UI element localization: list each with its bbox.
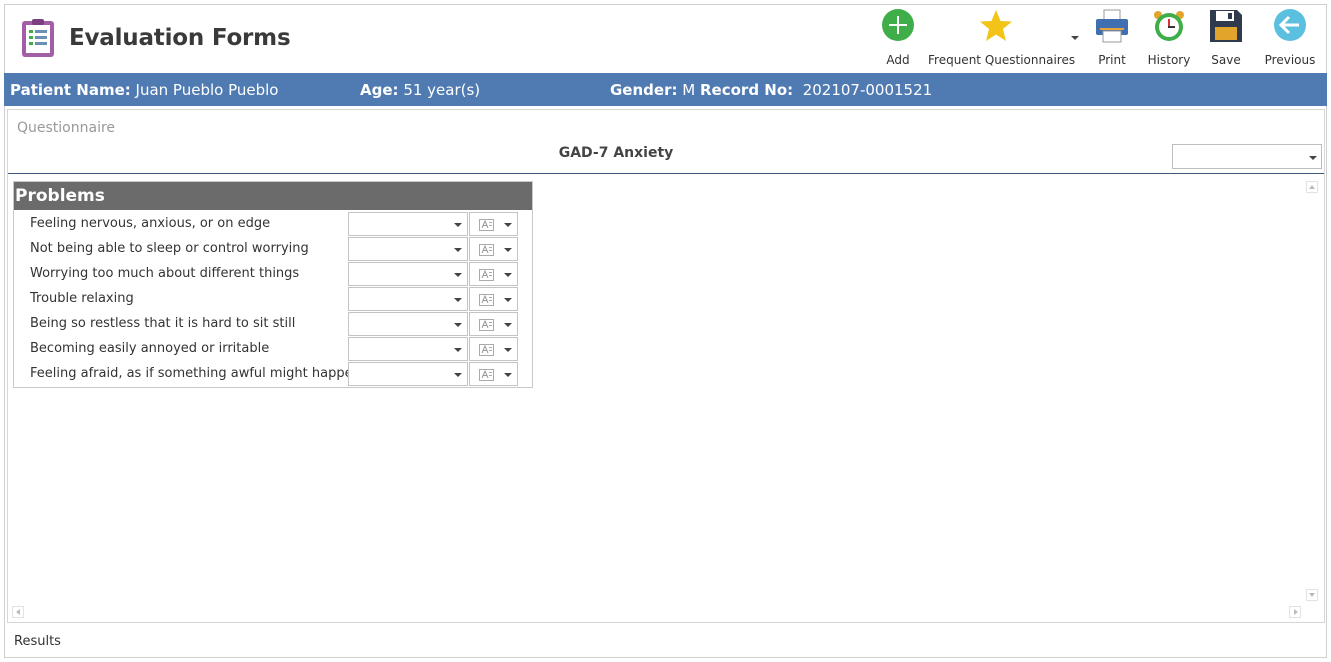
questionnaire-select[interactable] [1172,144,1322,169]
questionnaire-title: GAD-7 Anxiety [558,145,674,161]
previous-label: Previous [1264,53,1316,67]
problem-note-dropdown[interactable] [469,262,518,286]
add-label: Add [886,53,910,67]
problem-text: Worrying too much about different things [30,266,300,281]
history-label: History [1147,53,1191,67]
print-label: Print [1098,53,1126,67]
problem-answer-select[interactable] [348,337,468,361]
save-label: Save [1211,53,1241,67]
chevron-down-icon [454,298,462,302]
text-note-icon [479,344,494,356]
chevron-down-icon [504,323,512,327]
chevron-down-icon [454,273,462,277]
chevron-down-icon [454,348,462,352]
alarm-clock-icon [1154,11,1184,41]
star-icon [980,10,1012,41]
chevron-down-icon [504,348,512,352]
patient-gender-label: Gender: [610,81,678,99]
scroll-right-button[interactable] [1289,606,1301,618]
table-row: Not being able to sleep or control worry… [14,236,532,261]
scroll-left-button[interactable] [12,606,24,618]
problem-text: Not being able to sleep or control worry… [30,241,309,256]
table-row: Being so restless that it is hard to sit… [14,311,532,336]
chevron-down-icon [454,248,462,252]
problems-header: Problems [14,182,532,210]
problem-answer-select[interactable] [348,262,468,286]
printer-icon [1096,9,1128,43]
table-row: Becoming easily annoyed or irritable [14,336,532,361]
patient-gender-value: M [682,81,696,99]
plus-circle-icon [882,9,914,41]
print-button[interactable]: Print [1089,6,1135,70]
scroll-down-button[interactable] [1306,589,1318,601]
floppy-disk-icon [1210,10,1242,42]
patient-record-label: Record No: [700,81,794,99]
patient-info-bar: Patient Name: Juan Pueblo Pueblo Age: 51… [4,73,1327,106]
chevron-down-icon[interactable] [1071,36,1079,40]
problem-note-dropdown[interactable] [469,287,518,311]
chevron-down-icon [1309,156,1317,160]
chevron-down-icon [504,223,512,227]
patient-record: Record No: 202107-0001521 [700,81,932,99]
questionnaire-label: Questionnaire [17,120,116,136]
history-button[interactable]: History [1143,6,1195,70]
arrow-left-circle-icon [1274,9,1306,41]
problem-text: Becoming easily annoyed or irritable [30,341,270,356]
problem-text: Trouble relaxing [30,291,134,306]
problem-note-dropdown[interactable] [469,337,518,361]
patient-age: Age: 51 year(s) [360,81,480,99]
problem-note-dropdown[interactable] [469,312,518,336]
chevron-down-icon [454,373,462,377]
text-note-icon [479,244,494,256]
problem-note-dropdown[interactable] [469,212,518,236]
patient-age-value: 51 year(s) [403,81,481,99]
chevron-down-icon [454,223,462,227]
patient-name: Patient Name: Juan Pueblo Pueblo [10,81,278,99]
text-note-icon [479,369,494,381]
frequent-questionnaires-button[interactable]: Frequent Questionnaires [928,6,1076,70]
problem-answer-select[interactable] [348,362,468,386]
text-note-icon [479,319,494,331]
problem-note-dropdown[interactable] [469,237,518,261]
questionnaire-panel: Questionnaire GAD-7 Anxiety Problems Fee… [7,109,1325,623]
page-title: Evaluation Forms [69,25,291,51]
chevron-down-icon [504,273,512,277]
text-note-icon [479,294,494,306]
text-note-icon [479,219,494,231]
table-row: Feeling nervous, anxious, or on edge [14,211,532,236]
problem-answer-select[interactable] [348,212,468,236]
scroll-up-button[interactable] [1306,181,1318,193]
problem-answer-select[interactable] [348,287,468,311]
problem-answer-select[interactable] [348,237,468,261]
divider [8,173,1324,174]
clipboard-icon [22,19,54,57]
text-note-icon [479,269,494,281]
chevron-down-icon [504,373,512,377]
chevron-down-icon [504,298,512,302]
save-button[interactable]: Save [1203,6,1249,70]
previous-button[interactable]: Previous [1260,6,1320,70]
add-button[interactable]: Add [870,6,926,70]
frequent-questionnaires-label: Frequent Questionnaires [928,53,1076,67]
problem-note-dropdown[interactable] [469,362,518,386]
problem-text: Being so restless that it is hard to sit… [30,316,296,331]
problem-text: Feeling nervous, anxious, or on edge [30,216,271,231]
patient-age-label: Age: [360,81,399,99]
table-row: Worrying too much about different things [14,261,532,286]
chevron-down-icon [504,248,512,252]
table-row: Trouble relaxing [14,286,532,311]
problem-answer-select[interactable] [348,312,468,336]
patient-gender: Gender: M [610,81,695,99]
patient-name-label: Patient Name: [10,81,131,99]
table-row: Feeling afraid, as if something awful mi… [14,361,532,386]
patient-record-value: 202107-0001521 [802,81,933,99]
chevron-down-icon [454,323,462,327]
patient-name-value: Juan Pueblo Pueblo [135,81,279,99]
problems-panel: Problems Feeling nervous, anxious, or on… [13,181,533,388]
results-tab[interactable]: Results [14,634,61,649]
problem-text: Feeling afraid, as if something awful mi… [30,366,361,381]
